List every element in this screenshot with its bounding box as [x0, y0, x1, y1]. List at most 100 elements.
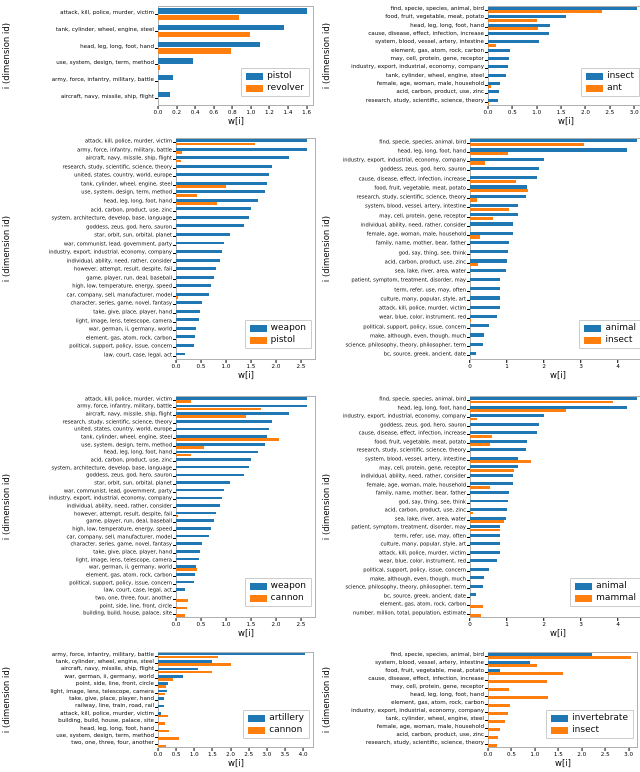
y-tick-label: research, study, scientific, science, th… — [62, 419, 173, 426]
x-tick-mark — [175, 748, 177, 751]
legend[interactable]: weapon cannon — [244, 578, 312, 607]
legend-entry-weapon[interactable]: weapon — [249, 324, 306, 333]
bar-cannon — [176, 400, 191, 403]
bar-pistol — [158, 8, 307, 14]
bar-weapon — [176, 250, 222, 253]
x-tick-mark — [175, 618, 177, 621]
legend[interactable]: artillery cannon — [243, 710, 310, 739]
x-tick: 1 — [505, 360, 509, 370]
panel-5: i (dimension id) attack, kill, police, mu… — [0, 388, 320, 646]
x-tick-mark — [248, 748, 250, 751]
legend[interactable]: invertebrate insect — [546, 710, 634, 739]
x-tick-label: 1 — [505, 621, 509, 628]
legend-entry-ant[interactable]: ant — [586, 84, 634, 93]
y-tick-label: star, orbit, sun, orbital, planet — [94, 480, 172, 487]
x-tick: 2.5 — [601, 748, 610, 758]
x-tick: 1.5 — [247, 360, 255, 370]
bar-mammal — [470, 409, 567, 412]
y-tick-label: wear, blue, color, instrument, red — [379, 558, 466, 565]
panel-2: i (dimension id) find, specie, species, a… — [320, 0, 640, 130]
x-tick: 0.5 — [197, 618, 205, 628]
legend-entry-animal[interactable]: animal — [584, 324, 636, 333]
bar-weapon — [176, 458, 251, 461]
y-tick-label: war, german, ii, germany, world — [64, 674, 154, 681]
x-tick-label: 0.0 — [483, 751, 493, 758]
x-tick-mark — [275, 618, 277, 621]
bar-animal — [470, 593, 476, 597]
bar-cannon — [176, 599, 188, 602]
legend[interactable]: pistol revolver — [241, 68, 310, 97]
bar-animal — [470, 508, 508, 511]
bar-insect — [470, 198, 478, 202]
y-tick-label: united, states, country, world, europe — [74, 426, 172, 433]
legend-entry-revolver[interactable]: revolver — [246, 84, 304, 93]
y-tick-label: industry, export, industrial, economy, c… — [342, 413, 466, 420]
bar-cannon — [158, 737, 180, 740]
x-tick: 1.0 — [532, 106, 541, 116]
legend-entry-pistol[interactable]: pistol — [246, 72, 304, 81]
x-tick: 0.5 — [172, 748, 181, 758]
legend-entry-invertebrate[interactable]: invertebrate — [551, 714, 628, 723]
legend-entry-weapon[interactable]: weapon — [249, 582, 306, 591]
x-tick-label: 2.5 — [600, 751, 610, 758]
panel-4: i (dimension id) find, specie, species, a… — [320, 130, 640, 388]
bar-mammal — [470, 460, 532, 464]
legend-entry-artillery[interactable]: artillery — [248, 714, 304, 723]
category-row: element, gas, atom, rock, carbon — [391, 48, 640, 56]
x-tick: 0.0 — [154, 748, 162, 758]
bar-pistol — [158, 74, 173, 81]
y-tick-label: make, although, even, though, much — [369, 575, 466, 582]
legend-label: pistol — [267, 71, 292, 81]
y-tick-label: system, architecture, develop, base, lan… — [51, 215, 172, 222]
y-tick-label: attack, kill, police, murder, victim — [378, 305, 466, 312]
panel-1: i (dimension id) attack, kill, police, mu… — [0, 0, 320, 130]
y-tick-label: acid, carbon, product, use, zinc — [396, 89, 484, 96]
y-axis-label-text: i (dimension id) — [322, 22, 332, 90]
y-tick-label: cause, disease, effect, infection, incre… — [368, 31, 484, 38]
legend-label: mammal — [596, 593, 636, 603]
panel-8: i (dimension id) find, specie, species, a… — [320, 646, 640, 772]
category-row: element, gas, atom, rock, carbon — [391, 700, 638, 708]
legend-entry-insect[interactable]: insect — [586, 72, 634, 81]
x-tick: 2.5 — [297, 360, 305, 370]
legend[interactable]: animal mammal — [570, 578, 640, 607]
y-tick-label: use, system, design, term, method — [81, 442, 172, 449]
category-row: bc, source, greek, ancient, date — [384, 351, 640, 360]
bar-insect — [488, 736, 499, 739]
y-tick-label: tank, cylinder, wheel, engine, steel — [385, 716, 484, 723]
legend-entry-animal[interactable]: animal — [575, 582, 636, 591]
bar-weapon — [176, 419, 272, 423]
y-tick-label: attack, kill, police, murder, victim — [378, 550, 466, 557]
legend[interactable]: weapon pistol — [244, 320, 312, 349]
bar-pistol — [176, 193, 197, 197]
x-tick-label: 3.5 — [280, 751, 290, 758]
x-tick-mark — [300, 618, 302, 621]
bar-mammal — [470, 520, 505, 523]
x-tick-mark — [580, 360, 582, 363]
legend-swatch-animal — [575, 583, 593, 590]
x-tick-label: 2 — [542, 621, 546, 628]
legend-label: artillery — [269, 713, 304, 723]
bar-weapon — [176, 519, 214, 523]
x-tick-mark — [200, 360, 202, 363]
bar-animal — [470, 213, 519, 217]
legend-entry-cannon[interactable]: cannon — [249, 594, 306, 603]
legend-entry-cannon[interactable]: cannon — [248, 726, 304, 735]
y-tick-label: head, leg, long, foot, hand — [397, 148, 466, 155]
legend-entry-insect[interactable]: insect — [584, 336, 636, 345]
bar-weapon — [176, 504, 220, 507]
bar-weapon — [176, 427, 269, 431]
x-tick: 2.0 — [272, 618, 280, 628]
legend-entry-mammal[interactable]: mammal — [575, 594, 636, 603]
bar-animal — [470, 448, 526, 452]
legend[interactable]: insect ant — [581, 68, 640, 97]
y-tick-label: light, image, lens, telescope, camera — [75, 317, 172, 324]
legend-entry-insect[interactable]: insect — [551, 726, 628, 735]
bar-weapon — [176, 267, 216, 271]
x-tick-mark — [157, 748, 159, 751]
legend-swatch-ant — [586, 85, 604, 92]
legend-swatch-pistol — [246, 73, 264, 80]
legend-entry-pistol[interactable]: pistol — [249, 336, 306, 345]
legend[interactable]: animal insect — [579, 320, 640, 349]
x-tick: 3 — [579, 360, 583, 370]
